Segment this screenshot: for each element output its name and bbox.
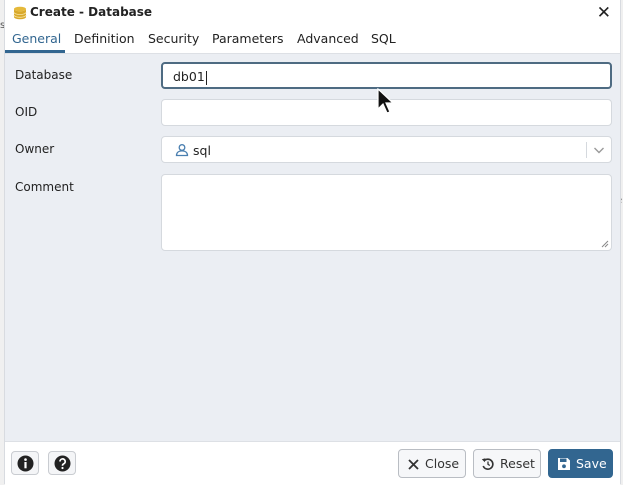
help-button[interactable] [48,451,76,475]
dialog-titlebar: Create - Database ✕ [5,0,620,26]
active-tab-indicator [5,50,65,53]
comment-label: Comment [15,180,74,194]
tab-definition[interactable]: Definition [74,31,135,46]
close-icon[interactable]: ✕ [597,3,611,23]
info-button[interactable] [11,451,39,475]
tab-parameters[interactable]: Parameters [212,31,284,46]
create-database-dialog: Create - Database ✕ General Definition S… [4,0,621,485]
tab-bar: General Definition Security Parameters A… [5,26,620,54]
resize-grip-icon[interactable] [600,239,609,248]
database-icon [13,6,27,20]
tab-general[interactable]: General [12,31,61,46]
reset-button-label: Reset [500,456,535,471]
close-button-label: Close [425,456,460,471]
close-button[interactable]: Close [398,449,466,478]
database-name-input[interactable]: db01 [161,62,612,89]
help-icon [54,455,71,472]
owner-select[interactable]: sql [161,136,612,163]
mouse-pointer-icon [377,88,395,114]
x-icon [408,459,419,470]
info-icon [17,455,34,472]
reset-button[interactable]: Reset [473,449,541,478]
oid-label: OID [15,105,38,119]
tab-advanced[interactable]: Advanced [297,31,359,46]
save-button-label: Save [576,456,607,471]
tab-sql[interactable]: SQL [371,31,396,46]
text-caret [205,70,207,85]
database-name-value: db01 [173,69,205,84]
save-icon [558,458,570,470]
tab-security[interactable]: Security [148,31,199,46]
dialog-title: Create - Database [30,5,153,19]
chevron-down-icon[interactable] [593,145,605,155]
owner-label: Owner [15,142,55,156]
select-divider [586,142,587,158]
owner-value: sql [193,143,211,158]
user-icon [175,144,189,157]
reset-icon [481,458,494,470]
dialog-footer: Close Reset Save [5,441,620,485]
database-label: Database [15,68,73,82]
save-button[interactable]: Save [548,449,613,478]
comment-textarea[interactable] [161,174,612,251]
